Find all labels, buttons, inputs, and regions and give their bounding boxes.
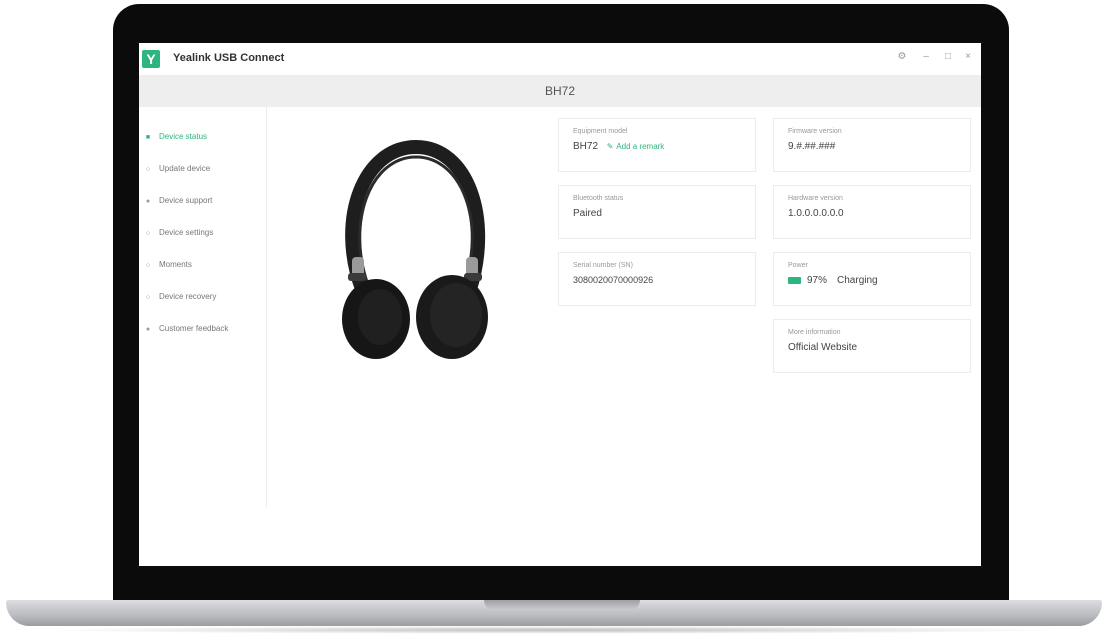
support-icon: ● [145,198,151,205]
firmware-version-value: 9.#.##.### [788,141,836,152]
hardware-version-card: Hardware version 1.0.0.0.0.0.0 [773,185,971,239]
device-status-icon: ■ [145,134,151,141]
bluetooth-status-card: Bluetooth status Paired [558,185,756,239]
card-label: Bluetooth status [573,195,624,202]
feedback-icon: ● [145,326,151,333]
sidebar-item-device-support[interactable]: ● Device support [145,191,212,211]
firmware-version-card: Firmware version 9.#.##.### [773,118,971,172]
app-window: Y Yealink USB Connect ⚙ – □ × BH72 ■ Devi… [139,43,981,566]
app-title: Yealink USB Connect [173,52,285,64]
update-icon: ○ [145,166,151,173]
bluetooth-status-value: Paired [573,208,602,219]
sidebar-item-device-settings[interactable]: ○ Device settings [145,223,213,243]
sidebar-item-device-recovery[interactable]: ○ Device recovery [145,287,216,307]
serial-number-card: Serial number (SN) 3080020070000926 [558,252,756,306]
sidebar-item-moments[interactable]: ○ Moments [145,255,192,275]
card-label: Power [788,262,808,269]
battery-icon [788,276,801,284]
sidebar: ■ Device status ○ Update device ● Device su… [139,107,267,507]
sidebar-item-label: Device support [159,196,213,205]
settings-nav-icon: ○ [145,230,151,237]
maximize-icon[interactable]: □ [941,51,955,62]
yealink-logo-icon: Y [142,50,160,68]
settings-icon[interactable]: ⚙ [895,51,909,62]
recovery-icon: ○ [145,294,151,301]
card-label: Hardware version [788,195,843,202]
sidebar-item-label: Device status [159,132,208,141]
sidebar-item-customer-feedback[interactable]: ● Customer feedback [145,319,229,339]
power-percent: 97% [807,275,828,286]
charging-status: Charging [837,275,878,286]
moments-icon: ○ [145,262,151,269]
official-website-link[interactable]: Official Website [788,342,956,353]
hardware-version-value: 1.0.0.0.0.0.0 [788,208,844,219]
laptop-shadow [40,626,1068,634]
sidebar-item-label: Customer feedback [159,324,229,333]
equipment-model-value: BH72 [573,141,599,152]
equipment-model-card: Equipment model BH72 ✎ Add a remark [558,118,756,172]
device-name-bar: BH72 [139,75,981,107]
laptop-notch [484,600,640,610]
serial-number-value: 3080020070000926 [573,275,654,285]
close-icon[interactable]: × [961,51,975,62]
sidebar-item-label: Device recovery [159,292,217,301]
more-information-card: More information Official Website [773,319,971,373]
title-bar: Y Yealink USB Connect ⚙ – □ × [139,43,981,75]
power-card: Power 97% Charging [773,252,971,306]
sidebar-item-label: Moments [159,260,192,269]
sidebar-item-update-device[interactable]: ○ Update device [145,159,210,179]
sidebar-item-label: Device settings [159,228,214,237]
card-label: Firmware version [788,128,842,135]
sidebar-item-device-status[interactable]: ■ Device status [145,127,207,147]
sidebar-item-label: Update device [159,164,211,173]
card-label: Serial number (SN) [573,262,633,269]
card-label: Equipment model [573,128,628,135]
add-remark-link[interactable]: Add a remark [616,142,664,151]
minimize-icon[interactable]: – [919,51,933,62]
pencil-icon[interactable]: ✎ [607,142,614,151]
headset-image [342,139,488,359]
device-name: BH72 [544,84,576,98]
card-label: More information [788,329,841,336]
